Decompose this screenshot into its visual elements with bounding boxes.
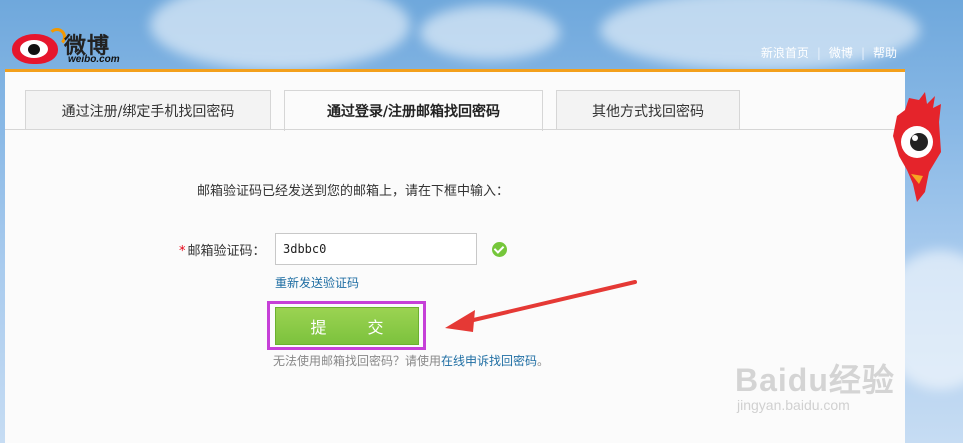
code-label-text: 邮箱验证码：: [187, 244, 266, 259]
required-mark: *: [179, 244, 186, 259]
online-appeal-link[interactable]: 在线申诉找回密码: [441, 354, 537, 368]
tab-phone-recovery[interactable]: 通过注册/绑定手机找回密码: [25, 90, 271, 130]
logo-subtext: weibo.com: [68, 54, 120, 65]
link-sina-home[interactable]: 新浪首页: [761, 44, 809, 61]
cloud: [150, 0, 410, 70]
tab-label: 其他方式找回密码: [592, 103, 704, 120]
instruction-text: 邮箱验证码已经发送到您的邮箱上，请在下框中输入：: [197, 184, 510, 199]
watermark-text: Baidu经验: [735, 362, 895, 398]
email-code-input[interactable]: [275, 233, 477, 265]
weibo-mascot-icon: [893, 92, 941, 202]
link-weibo[interactable]: 微博: [829, 44, 853, 61]
check-success-icon: [492, 242, 507, 257]
link-help[interactable]: 帮助: [873, 44, 897, 61]
submit-button[interactable]: 提 交: [275, 307, 419, 345]
weibo-logo[interactable]: 微博 weibo.com: [12, 28, 132, 68]
tab-other-recovery[interactable]: 其他方式找回密码: [556, 90, 740, 130]
tab-label: 通过登录/注册邮箱找回密码: [326, 104, 501, 120]
tab-underline: [5, 129, 905, 130]
resend-code-link[interactable]: 重新发送验证码: [275, 274, 359, 291]
code-field-label: * 邮箱验证码：: [179, 240, 266, 259]
annotation-arrow-icon: [445, 280, 637, 332]
footer-prefix: 无法使用邮箱找回密码？请使用: [273, 354, 442, 368]
watermark-url: jingyan.baidu.com: [737, 397, 850, 413]
separator: |: [816, 45, 821, 60]
baidu-watermark: Baidu经验 jingyan.baidu.com: [735, 355, 935, 435]
cloud: [420, 5, 560, 60]
footer-note: 无法使用邮箱找回密码？请使用在线申诉找回密码。: [273, 352, 549, 369]
separator: |: [860, 45, 865, 60]
tab-label: 通过注册/绑定手机找回密码: [61, 103, 235, 120]
top-links: 新浪首页 | 微博 | 帮助: [761, 44, 897, 61]
footer-suffix: 。: [537, 354, 550, 368]
tab-email-recovery[interactable]: 通过登录/注册邮箱找回密码: [284, 90, 543, 131]
